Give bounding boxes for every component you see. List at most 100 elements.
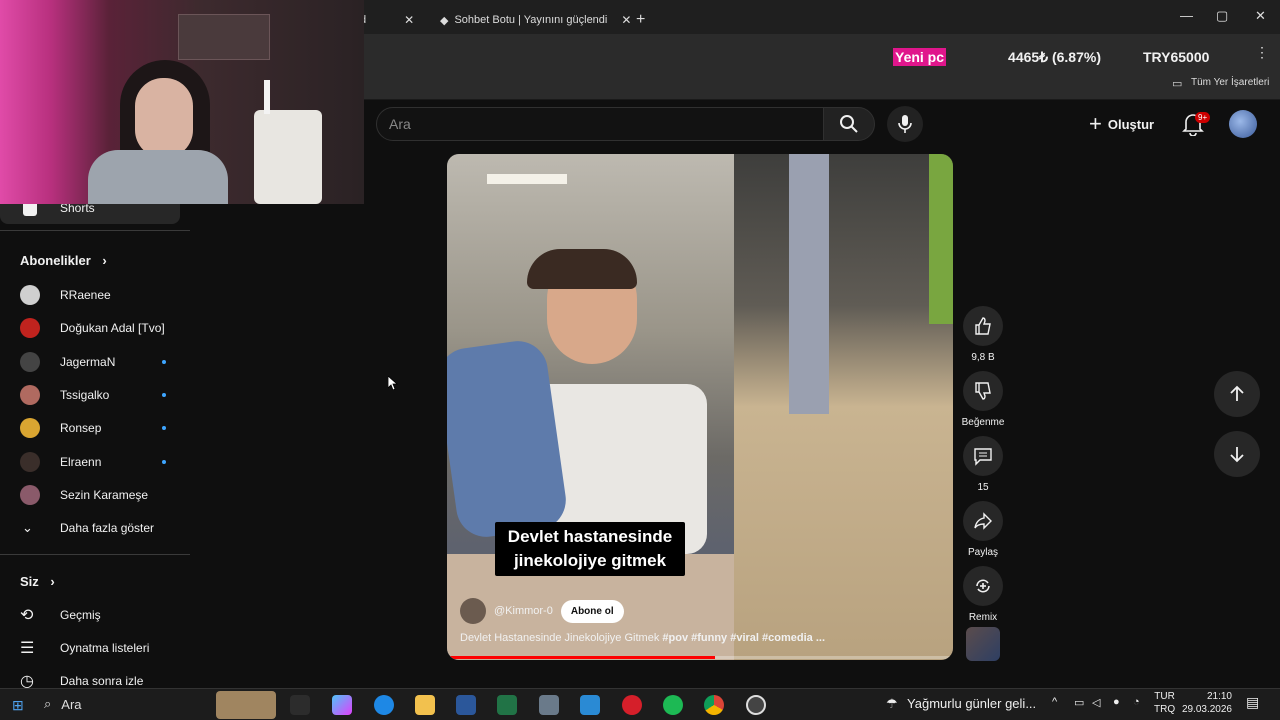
subscriptions-title[interactable]: Abonelikler › xyxy=(20,253,107,268)
comments-button[interactable]: 15 xyxy=(963,436,1003,493)
chevron-right-icon: › xyxy=(102,253,107,268)
channel-avatar xyxy=(20,384,40,405)
thumbs-up-icon xyxy=(963,306,1003,346)
menu-icon[interactable]: ⋮ xyxy=(1255,44,1269,61)
you-section-title[interactable]: Siz › xyxy=(20,574,55,589)
create-label: Oluştur xyxy=(1107,116,1155,132)
notification-badge: 9+ xyxy=(1195,112,1211,123)
all-bookmarks-link[interactable]: Tüm Yer İşaretleri xyxy=(1191,77,1269,88)
divider xyxy=(0,230,190,231)
goal-current: 4465₺ (6.87%) xyxy=(1008,48,1101,65)
taskbar-search-placeholder: Ara xyxy=(61,696,82,712)
history-icon: ⟲ xyxy=(20,607,34,624)
arrow-down-icon xyxy=(1230,447,1244,463)
sidebar-item-label: Doğukan Adal [Tvo] xyxy=(60,321,165,336)
close-tab-icon[interactable]: ✕ xyxy=(404,13,414,27)
weather-widget[interactable]: ☂ Yağmurlu günler geli... xyxy=(886,696,1036,712)
subscribe-button[interactable]: Abone ol xyxy=(560,599,624,623)
previous-short-button[interactable] xyxy=(1214,371,1260,417)
sidebar-item-subscription[interactable]: Doğukan Adal [Tvo] xyxy=(0,312,190,344)
streamer-face xyxy=(135,78,193,158)
plus-icon: + xyxy=(1089,111,1102,136)
create-button[interactable]: + Oluştur xyxy=(1089,110,1154,138)
search-icon xyxy=(840,115,858,133)
channel-avatar xyxy=(20,484,40,505)
video-caption: Devlet hastanesinde jinekolojiye gitmek xyxy=(495,522,685,576)
sidebar-item-subscription[interactable]: Tssigalko xyxy=(0,379,190,411)
video-hashtags[interactable]: #pov #funny #viral #comedia ... xyxy=(662,632,825,644)
battery-icon[interactable]: ▭ xyxy=(1074,696,1084,709)
language-indicator[interactable]: TUR TRQ xyxy=(1154,690,1175,716)
share-button[interactable]: Paylaş xyxy=(963,501,1003,558)
plant xyxy=(929,154,953,324)
file-explorer-icon[interactable] xyxy=(415,695,435,715)
task-view-icon[interactable] xyxy=(290,695,310,715)
sidebar-item-history[interactable]: ⟲ Geçmiş xyxy=(0,599,190,631)
tab-chatbot[interactable]: ◆ Sohbet Botu | Yayınını güçlendi ✕ xyxy=(430,6,641,34)
avatar[interactable] xyxy=(1229,110,1257,138)
notification-center-icon[interactable]: ▤ xyxy=(1246,694,1259,711)
remix-button[interactable]: Remix xyxy=(963,566,1003,623)
copilot-icon[interactable] xyxy=(332,695,352,715)
sidebar-item-label: Geçmiş xyxy=(60,608,101,622)
widget-thumbnail[interactable] xyxy=(216,691,276,719)
tab-label: Sohbet Botu | Yayınını güçlendi xyxy=(454,14,608,26)
windows-start-icon[interactable]: ⊞ xyxy=(12,697,24,714)
spotify-icon[interactable] xyxy=(663,695,683,715)
channel-avatar[interactable] xyxy=(460,598,486,624)
chrome-icon[interactable] xyxy=(704,695,724,715)
search-input[interactable]: Ara xyxy=(376,107,824,141)
sidebar-item-playlists[interactable]: ☰ Oynatma listeleri xyxy=(0,632,190,664)
obs-icon[interactable] xyxy=(746,695,766,715)
search-button[interactable] xyxy=(823,107,875,141)
video-title-text: Devlet Hastanesinde Jinekolojiye Gitmek xyxy=(460,632,660,644)
channel-avatar xyxy=(20,351,40,372)
sound-thumbnail[interactable] xyxy=(966,627,1000,661)
sidebar-item-label: Oynatma listeleri xyxy=(60,641,150,655)
like-button[interactable]: 9,8 B xyxy=(963,306,1003,363)
webcam-overlay xyxy=(0,0,364,204)
site-icon: ◆ xyxy=(440,14,449,27)
progress-fill xyxy=(447,656,716,659)
app-icon[interactable] xyxy=(580,695,600,715)
show-more-button[interactable]: ⌄ Daha fazla göster xyxy=(0,512,190,544)
close-window-icon[interactable]: ✕ xyxy=(1255,8,1266,24)
new-tab-icon[interactable]: + xyxy=(626,6,655,34)
taskbar-clock[interactable]: 21:10 29.03.2026 xyxy=(1180,690,1232,716)
edge-icon[interactable] xyxy=(374,695,394,715)
next-short-button[interactable] xyxy=(1214,431,1260,477)
voice-search-button[interactable] xyxy=(887,106,923,142)
subscriptions-title-text: Abonelikler xyxy=(20,253,91,268)
network-icon[interactable]: ◔ xyxy=(1133,696,1140,708)
channel-avatar xyxy=(20,418,40,439)
opera-icon[interactable] xyxy=(622,695,642,715)
minimize-icon[interactable]: — xyxy=(1180,8,1193,23)
like-count: 9,8 B xyxy=(971,352,995,363)
excel-icon[interactable] xyxy=(497,695,517,715)
sidebar-item-subscription[interactable]: Ronsep xyxy=(0,412,190,444)
sidebar-item-subscription[interactable]: JagermaN xyxy=(0,346,190,378)
share-label: Paylaş xyxy=(967,547,998,558)
arrow-up-icon xyxy=(1230,385,1244,401)
taskbar-search[interactable]: ⌕ Ara xyxy=(44,692,209,716)
video-title[interactable]: Devlet Hastanesinde Jinekolojiye Gitmek … xyxy=(460,632,940,644)
progress-bar[interactable] xyxy=(447,656,953,659)
maximize-icon[interactable]: ▢ xyxy=(1216,8,1228,24)
thumbs-down-icon xyxy=(963,371,1003,411)
tray-chevron-icon[interactable]: ^ xyxy=(1052,696,1057,708)
volume-icon[interactable]: ◁ xyxy=(1092,696,1100,709)
channel-name[interactable]: @Kimmor-0 xyxy=(494,605,553,617)
calculator-icon[interactable] xyxy=(539,695,559,715)
sidebar-item-subscription[interactable]: Sezin Karameşe xyxy=(0,479,190,511)
microphone-icon[interactable]: ● xyxy=(1113,696,1120,708)
word-icon[interactable] xyxy=(456,695,476,715)
lang-bottom: TRQ xyxy=(1154,704,1176,715)
short-video-player[interactable]: Devlet hastanesinde jinekolojiye gitmek … xyxy=(447,154,953,660)
dislike-button[interactable]: Beğenme xyxy=(958,371,1008,428)
new-content-dot xyxy=(162,459,166,464)
sidebar-item-label: Sezin Karameşe xyxy=(60,487,149,502)
video-left-panel xyxy=(447,154,734,660)
folder-icon: ▭ xyxy=(1172,78,1183,90)
sidebar-item-subscription[interactable]: RRaenee xyxy=(0,279,190,311)
sidebar-item-subscription[interactable]: Elraenn xyxy=(0,446,190,478)
